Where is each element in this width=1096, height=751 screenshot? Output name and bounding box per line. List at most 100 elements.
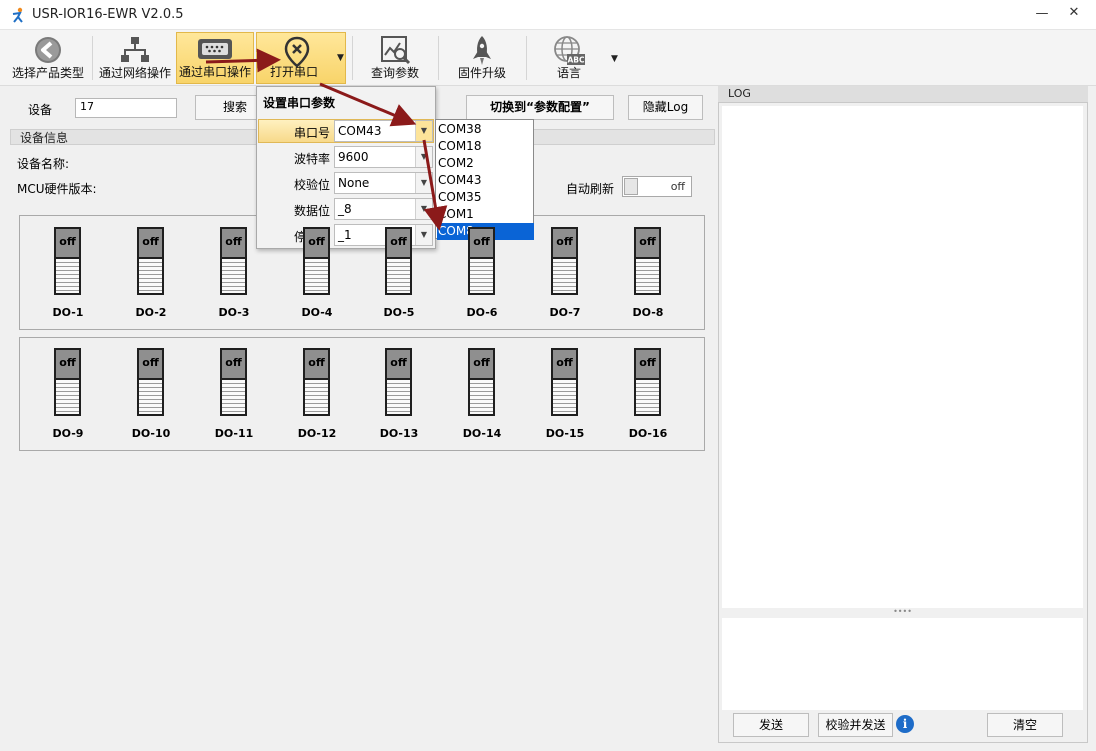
log-splitter-handle[interactable]: ••••	[722, 608, 1083, 618]
do-toggle-switch[interactable]: off	[220, 227, 247, 295]
port-label: 串口号	[293, 126, 330, 140]
com-port-option[interactable]: COM1	[437, 206, 534, 223]
log-output-area[interactable]	[722, 106, 1083, 608]
do-state-text: off	[305, 229, 328, 257]
do-switch-grip	[305, 259, 328, 293]
open-serial-button[interactable]: 打开串口 ▼	[256, 32, 346, 84]
do-toggle-switch[interactable]: off	[54, 348, 81, 416]
do-toggle-switch[interactable]: off	[634, 348, 661, 416]
toolbar-divider	[438, 36, 439, 80]
log-header	[718, 86, 1088, 103]
com-port-option[interactable]: COM18	[437, 138, 534, 155]
auto-refresh-toggle[interactable]: off	[622, 176, 692, 197]
do-label: DO-1	[52, 306, 84, 319]
do-toggle-switch[interactable]: off	[385, 227, 412, 295]
chevron-down-icon[interactable]: ▼	[611, 54, 618, 64]
parity-label: 校验位	[293, 178, 330, 192]
send-button[interactable]: 发送	[733, 713, 809, 737]
do-toggle-switch[interactable]: off	[137, 227, 164, 295]
do-toggle-switch[interactable]: off	[54, 227, 81, 295]
network-icon	[121, 37, 149, 62]
firmware-upgrade-button[interactable]: 固件升级	[442, 32, 522, 84]
log-title: LOG	[728, 87, 751, 100]
do-toggle-switch[interactable]: off	[385, 348, 412, 416]
mcu-version-label: MCU硬件版本:	[17, 182, 97, 196]
do-label: DO-2	[135, 306, 167, 319]
do-toggle-switch[interactable]: off	[551, 227, 578, 295]
baud-select[interactable]: 9600 ▼	[334, 146, 433, 168]
chevron-down-icon[interactable]: ▼	[415, 147, 432, 167]
do-label: DO-16	[628, 427, 668, 440]
close-button[interactable]: ✕	[1062, 5, 1086, 23]
minimize-button[interactable]: —	[1030, 6, 1054, 24]
query-chart-icon	[381, 36, 411, 65]
language-button[interactable]: ABC 语言	[530, 32, 608, 84]
toolbar: 选择产品类型 通过网络操作 通过串口操作 打开串口 ▼ 查询参数 固件升级 AB…	[0, 30, 1096, 86]
do-switch-grip	[305, 380, 328, 414]
do-state-text: off	[139, 350, 162, 378]
do-switch-grip	[222, 380, 245, 414]
do-label: DO-4	[301, 306, 333, 319]
com-port-option[interactable]: COM2	[437, 155, 534, 172]
do-toggle-switch[interactable]: off	[634, 227, 661, 295]
toolbar-divider	[92, 36, 93, 80]
query-params-button[interactable]: 查询参数	[356, 32, 434, 84]
do-switch-grip	[222, 259, 245, 293]
verify-send-button[interactable]: 校验并发送	[818, 713, 893, 737]
do-label: DO-3	[218, 306, 250, 319]
do-state-text: off	[387, 229, 410, 257]
port-value: COM43	[338, 124, 382, 138]
chevron-down-icon[interactable]: ▼	[415, 121, 432, 141]
com-port-option[interactable]: COM38	[437, 121, 534, 138]
do-state-text: off	[470, 229, 493, 257]
do-label: DO-13	[379, 427, 419, 440]
do-state-text: off	[56, 350, 79, 378]
via-network-button[interactable]: 通过网络操作	[96, 32, 174, 84]
do-label: DO-15	[545, 427, 585, 440]
device-info-title: 设备信息	[20, 131, 69, 145]
app-logo-icon	[12, 7, 23, 23]
select-product-button[interactable]: 选择产品类型	[8, 32, 88, 84]
do-switch-grip	[636, 380, 659, 414]
do-label: DO-6	[466, 306, 498, 319]
query-params-label: 查询参数	[370, 66, 419, 80]
info-icon[interactable]: i	[896, 715, 914, 733]
do-toggle-switch[interactable]: off	[303, 348, 330, 416]
do-toggle-switch[interactable]: off	[551, 348, 578, 416]
do-label: DO-14	[462, 427, 502, 440]
switch-to-params-button[interactable]: 切换到“参数配置”	[466, 95, 614, 120]
via-network-label: 通过网络操作	[98, 66, 171, 80]
do-label: DO-9	[52, 427, 84, 440]
chevron-down-icon[interactable]: ▼	[415, 225, 432, 245]
baud-label: 波特率	[293, 152, 330, 166]
clear-button[interactable]: 清空	[987, 713, 1063, 737]
com-port-option[interactable]: COM35	[437, 189, 534, 206]
databits-value: _8	[338, 202, 352, 216]
do-switch-grip	[387, 380, 410, 414]
databits-select[interactable]: _8 ▼	[334, 198, 433, 220]
do-toggle-switch[interactable]: off	[468, 227, 495, 295]
log-send-input[interactable]	[722, 618, 1083, 710]
do-state-text: off	[470, 350, 493, 378]
open-serial-label: 打开串口	[269, 65, 318, 79]
chevron-down-icon[interactable]: ▼	[415, 173, 432, 193]
stopbits-select[interactable]: _1 ▼	[334, 224, 433, 246]
do-toggle-switch[interactable]: off	[220, 348, 247, 416]
com-port-option[interactable]: COM43	[437, 172, 534, 189]
do-state-text: off	[387, 350, 410, 378]
baud-value: 9600	[338, 150, 369, 164]
chevron-down-icon[interactable]: ▼	[337, 53, 344, 63]
chevron-down-icon[interactable]: ▼	[415, 199, 432, 219]
device-name-label: 设备名称:	[17, 157, 70, 171]
via-serial-button[interactable]: 通过串口操作	[176, 32, 254, 84]
hide-log-button[interactable]: 隐藏Log	[628, 95, 703, 120]
do-toggle-switch[interactable]: off	[137, 348, 164, 416]
parity-value: None	[338, 176, 370, 190]
parity-select[interactable]: None ▼	[334, 172, 433, 194]
do-toggle-switch[interactable]: off	[468, 348, 495, 416]
device-input[interactable]: 17	[75, 98, 177, 118]
do-label: DO-10	[131, 427, 171, 440]
do-toggle-switch[interactable]: off	[303, 227, 330, 295]
do-label: DO-8	[632, 306, 664, 319]
port-select[interactable]: COM43 ▼	[334, 120, 433, 142]
